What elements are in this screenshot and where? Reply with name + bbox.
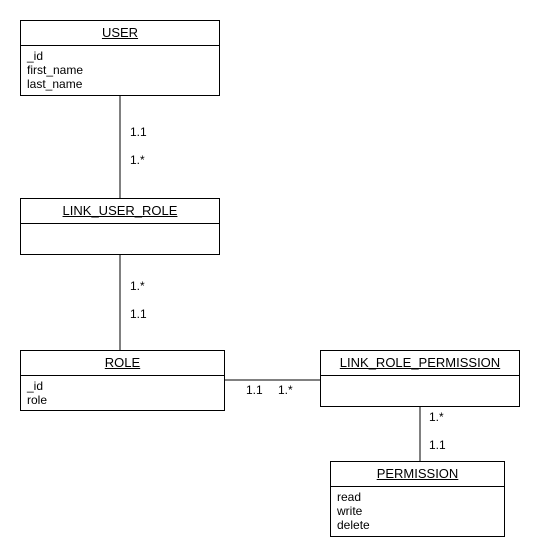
entity-permission: PERMISSION read write delete	[330, 461, 505, 537]
mult-link-role-perm-bottom: 1.*	[429, 411, 444, 423]
entity-user-title: USER	[21, 21, 219, 46]
entity-link-user-role: LINK_USER_ROLE	[20, 198, 220, 255]
mult-permission-top: 1.1	[429, 439, 446, 451]
mult-role-right: 1.1	[246, 384, 263, 396]
entity-role-attrs: _id role	[21, 376, 224, 411]
diagram-canvas: USER _id first_name last_name LINK_USER_…	[0, 0, 550, 550]
entity-link-role-permission: LINK_ROLE_PERMISSION	[320, 350, 520, 407]
entity-link-role-permission-attrs	[321, 376, 519, 406]
entity-role: ROLE _id role	[20, 350, 225, 411]
entity-user-attrs: _id first_name last_name	[21, 46, 219, 95]
entity-link-user-role-title: LINK_USER_ROLE	[21, 199, 219, 224]
entity-permission-title: PERMISSION	[331, 462, 504, 487]
entity-permission-attrs: read write delete	[331, 487, 504, 536]
mult-user-side: 1.1	[130, 126, 147, 138]
entity-link-role-permission-title: LINK_ROLE_PERMISSION	[321, 351, 519, 376]
mult-role-top: 1.1	[130, 308, 147, 320]
entity-link-user-role-attrs	[21, 224, 219, 254]
mult-link-user-role-bottom: 1.*	[130, 280, 145, 292]
entity-user: USER _id first_name last_name	[20, 20, 220, 96]
entity-role-title: ROLE	[21, 351, 224, 376]
mult-link-role-perm-left: 1.*	[278, 384, 293, 396]
mult-link-user-role-top: 1.*	[130, 154, 145, 166]
